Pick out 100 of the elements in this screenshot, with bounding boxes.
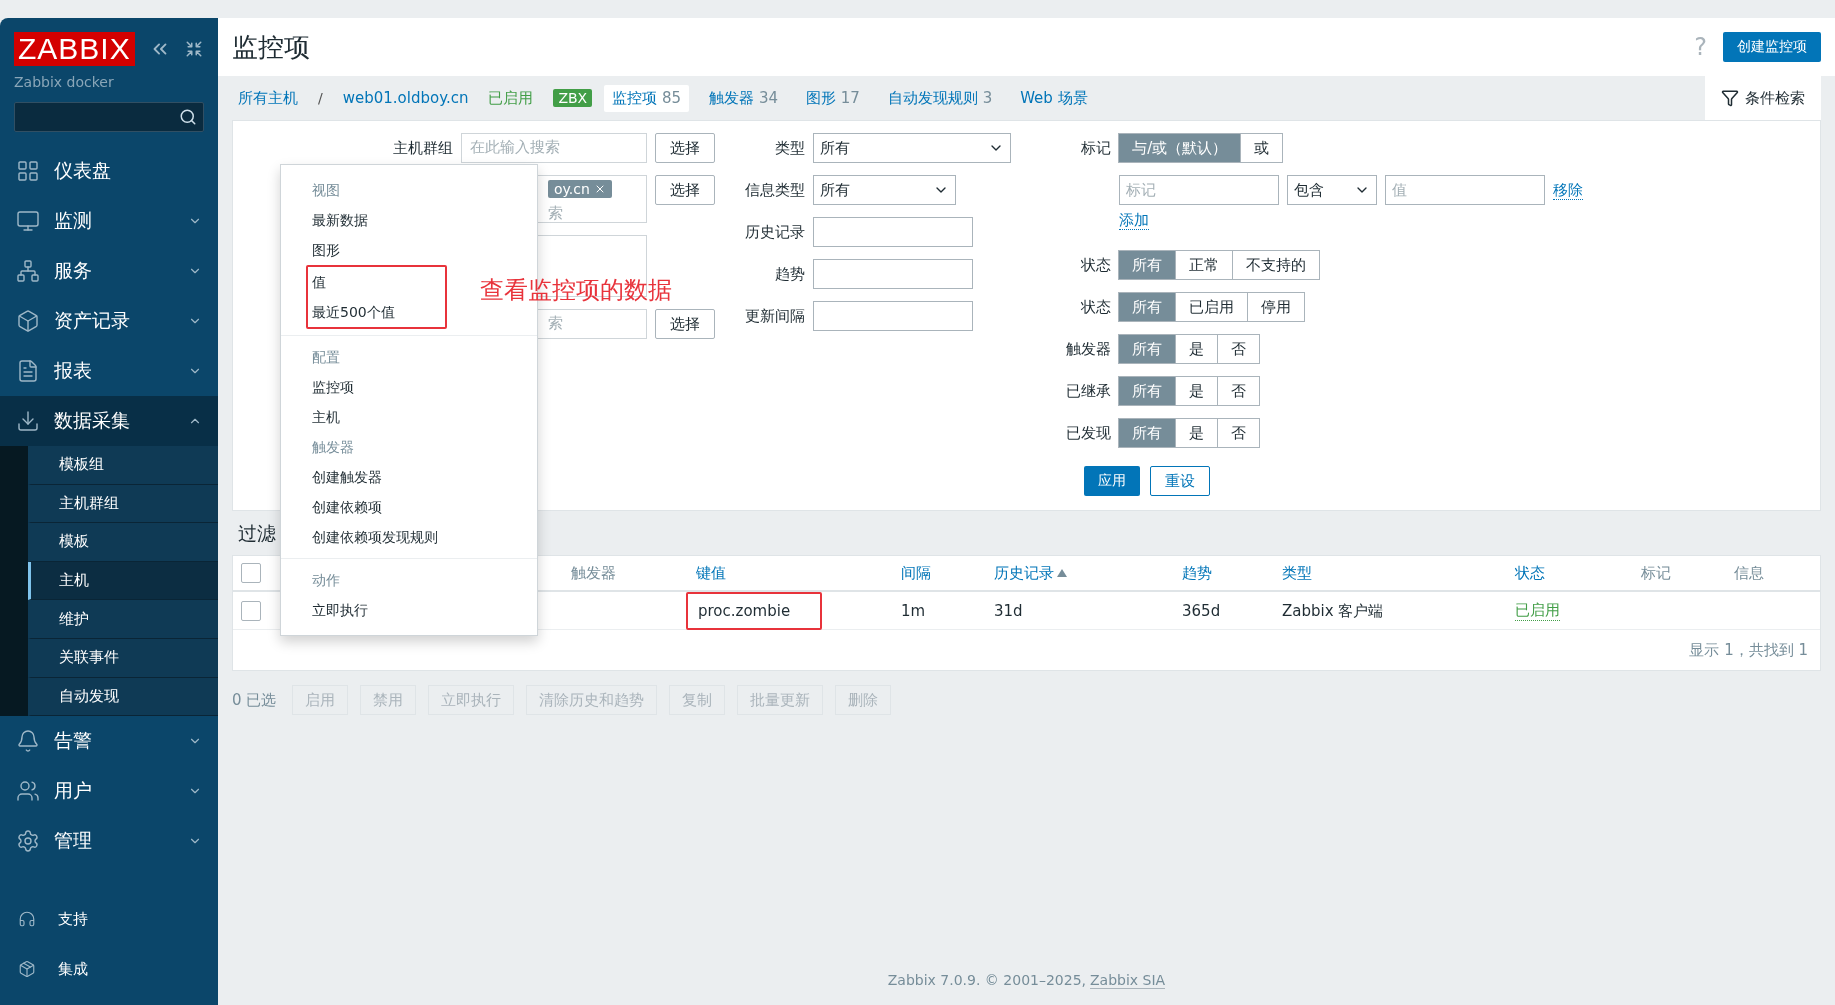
- shrink-icon[interactable]: [184, 40, 203, 58]
- toggle-option[interactable]: 否: [1217, 418, 1261, 448]
- nav-item[interactable]: 数据采集: [0, 396, 218, 446]
- operator-select[interactable]: 包含: [1287, 175, 1378, 205]
- select-button[interactable]: 选择: [655, 309, 715, 339]
- menu-heading: 视图: [311, 181, 341, 200]
- toggle-option[interactable]: 是: [1175, 418, 1219, 448]
- selected-count: 0 已选: [232, 690, 277, 710]
- select-button[interactable]: 选择: [655, 175, 715, 205]
- menu-heading: 触发器: [311, 438, 355, 457]
- menu-item[interactable]: 创建依赖项: [281, 492, 537, 522]
- select-field[interactable]: 所有: [813, 133, 1012, 163]
- column-header: 触发器: [571, 563, 617, 583]
- nav-item[interactable]: 服务: [0, 246, 218, 296]
- nav-item[interactable]: 监测: [0, 196, 218, 246]
- headset-icon: [18, 910, 36, 929]
- remove-link[interactable]: 移除: [1553, 180, 1584, 200]
- filter-title: 过滤: [238, 522, 276, 544]
- input-field[interactable]: [813, 217, 974, 247]
- filter-label: 标记: [1080, 138, 1112, 159]
- toggle-option[interactable]: 是: [1175, 334, 1219, 364]
- submenu-item[interactable]: 自动发现: [28, 677, 218, 717]
- menu-item[interactable]: 主机: [281, 402, 537, 432]
- filter-label: 趋势: [774, 264, 806, 285]
- filter-label: 主机群组: [392, 138, 453, 159]
- submenu-item[interactable]: 模板组: [28, 446, 218, 485]
- add-link[interactable]: 添加: [1119, 211, 1150, 230]
- download-icon: [16, 409, 40, 433]
- menu-item[interactable]: 创建依赖项发现规则: [281, 522, 537, 552]
- host-tab[interactable]: 触发器 34: [701, 84, 786, 112]
- table-cell: proc.zombie: [686, 592, 823, 630]
- submenu-item[interactable]: 关联事件: [28, 638, 218, 678]
- server-name: Zabbix docker: [13, 73, 115, 92]
- toggle-option[interactable]: 正常: [1175, 250, 1234, 280]
- nav-item[interactable]: 资产记录: [0, 296, 218, 346]
- column-header[interactable]: 历史记录: [994, 563, 1182, 583]
- toggle-option[interactable]: 是: [1175, 376, 1219, 406]
- menu-heading: 配置: [311, 348, 341, 367]
- submenu-item[interactable]: 主机群组: [28, 484, 218, 524]
- submenu-item[interactable]: 主机: [28, 561, 218, 601]
- filter-label: 状态: [1080, 255, 1112, 276]
- toggle-option[interactable]: 或: [1240, 133, 1284, 163]
- menu-item[interactable]: 图形: [281, 235, 537, 265]
- apply-button[interactable]: 应用: [1083, 466, 1140, 496]
- menu-item[interactable]: 立即执行: [281, 595, 537, 625]
- menu-heading: 动作: [311, 571, 341, 590]
- submenu-item[interactable]: 模板: [28, 523, 218, 562]
- toggle-option[interactable]: 否: [1217, 376, 1261, 406]
- input-field[interactable]: [813, 301, 974, 331]
- copyright-text: Zabbix 7.0.9. © 2001–2025,: [887, 972, 1087, 988]
- nav-item[interactable]: 支持: [0, 894, 218, 945]
- result-count: 显示 1，共找到 1: [1689, 640, 1808, 660]
- nav-item[interactable]: 用户: [0, 766, 218, 817]
- host-tab[interactable]: 自动发现规则 3: [879, 84, 1001, 112]
- menu-item[interactable]: 值: [308, 267, 445, 297]
- breadcrumb-link[interactable]: 所有主机: [238, 88, 298, 108]
- search-icon: [179, 108, 197, 126]
- nav-item[interactable]: 报表: [0, 346, 218, 396]
- menu-item[interactable]: 最近500个值: [308, 297, 445, 327]
- menu-item[interactable]: 监控项: [281, 372, 537, 402]
- column-header[interactable]: 键值: [696, 563, 901, 583]
- checkbox[interactable]: [241, 601, 261, 621]
- toggle-option[interactable]: 不支持的: [1232, 250, 1321, 280]
- availability-badge: ZBX: [553, 89, 593, 107]
- column-header[interactable]: 间隔: [901, 563, 994, 583]
- page-title: 监控项: [232, 30, 311, 64]
- table-cell-text: 1m: [901, 602, 927, 620]
- filter-tab[interactable]: 条件检索: [1705, 76, 1821, 120]
- breadcrumb-separator: /: [318, 90, 323, 106]
- create-item-button[interactable]: 创建监控项: [1723, 32, 1821, 62]
- search-field[interactable]: [14, 102, 204, 132]
- nav-item[interactable]: 管理: [0, 816, 218, 867]
- column-header[interactable]: 类型: [1282, 563, 1515, 583]
- filter-label: 历史记录: [744, 222, 806, 243]
- breadcrumb-link[interactable]: web01.oldboy.cn: [342, 89, 469, 107]
- column-header: 信息: [1734, 563, 1765, 583]
- select-field[interactable]: 所有: [813, 175, 957, 205]
- host-tab[interactable]: 监控项 85: [604, 84, 690, 112]
- column-header[interactable]: 状态: [1515, 563, 1641, 583]
- annotation-text: 查看监控项的数据: [480, 275, 672, 306]
- reset-button[interactable]: 重设: [1149, 466, 1210, 496]
- nav-item[interactable]: 告警: [0, 716, 218, 767]
- filter-label: 类型: [774, 138, 806, 159]
- column-header[interactable]: 趋势: [1182, 563, 1282, 583]
- nav-item[interactable]: 集成: [0, 944, 218, 995]
- menu-item[interactable]: 创建触发器: [281, 462, 537, 492]
- table-cell-text: 31d: [994, 602, 1024, 620]
- nav-item[interactable]: 仪表盘: [0, 146, 218, 196]
- host-tab[interactable]: 图形 17: [797, 84, 868, 112]
- checkbox[interactable]: [241, 563, 261, 583]
- toggle-option[interactable]: 停用: [1247, 292, 1306, 322]
- submenu-item[interactable]: 维护: [28, 600, 218, 639]
- host-status: 已启用: [488, 88, 534, 108]
- host-tab[interactable]: Web 场景: [1012, 84, 1096, 112]
- select-button[interactable]: 选择: [655, 133, 715, 163]
- toggle-option[interactable]: 已启用: [1175, 292, 1249, 322]
- bell-icon: [16, 729, 40, 754]
- toggle-option[interactable]: 否: [1217, 334, 1261, 364]
- input-field[interactable]: [813, 259, 974, 289]
- table-cell-text: 365d: [1182, 602, 1222, 620]
